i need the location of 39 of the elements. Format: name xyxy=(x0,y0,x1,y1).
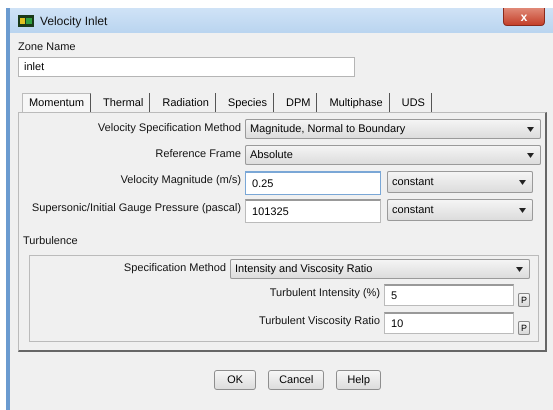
input-field[interactable]: 0.25 xyxy=(245,171,381,195)
caret-icon xyxy=(527,126,534,132)
field-label: Velocity Specification Method xyxy=(96,121,241,134)
app-icon xyxy=(18,14,34,26)
dropdown[interactable]: Magnitude, Normal to Boundary xyxy=(245,119,541,139)
field-label: Reference Frame xyxy=(154,147,241,160)
tab[interactable]: UDS xyxy=(396,93,432,112)
tab[interactable]: Multiphase xyxy=(323,93,390,112)
dialog-button[interactable]: OK xyxy=(214,370,256,390)
window-title: Velocity Inlet xyxy=(40,14,108,28)
parameter-button[interactable]: P xyxy=(518,321,530,335)
dropdown[interactable]: Intensity and Viscosity Ratio xyxy=(230,259,530,279)
caret-icon xyxy=(516,266,523,272)
caret-icon xyxy=(527,152,534,158)
tab[interactable]: Radiation xyxy=(156,93,216,112)
field-label: Specification Method xyxy=(122,261,226,276)
caret-icon xyxy=(519,208,526,212)
dropdown[interactable]: Absolute xyxy=(245,145,541,165)
input-field[interactable]: 5 xyxy=(384,284,514,306)
dropdown[interactable]: constant xyxy=(387,171,533,193)
tab[interactable]: DPM xyxy=(280,93,318,112)
tab[interactable]: Momentum xyxy=(22,93,92,112)
input-field[interactable]: inlet xyxy=(18,57,355,77)
caret-icon xyxy=(519,180,526,184)
field-label: Turbulent Intensity (%) xyxy=(270,286,380,299)
tab[interactable]: Thermal xyxy=(97,93,150,112)
tab[interactable]: Species xyxy=(222,93,274,112)
field-label: Velocity Magnitude (m/s) xyxy=(120,173,241,186)
group-title: Turbulence xyxy=(23,235,79,247)
field-label: Zone Name xyxy=(18,41,76,53)
dialog-button[interactable]: Help xyxy=(336,370,381,390)
field-label: Supersonic/Initial Gauge Pressure (pascal) xyxy=(30,201,241,214)
close-button[interactable]: x xyxy=(503,8,545,26)
input-field[interactable]: 10 xyxy=(384,312,514,334)
dropdown[interactable]: constant xyxy=(387,199,533,221)
parameter-button[interactable]: P xyxy=(518,293,530,307)
input-field[interactable]: 101325 xyxy=(245,199,381,223)
field-label: Turbulent Viscosity Ratio xyxy=(258,314,380,327)
dialog-button[interactable]: Cancel xyxy=(268,370,324,390)
